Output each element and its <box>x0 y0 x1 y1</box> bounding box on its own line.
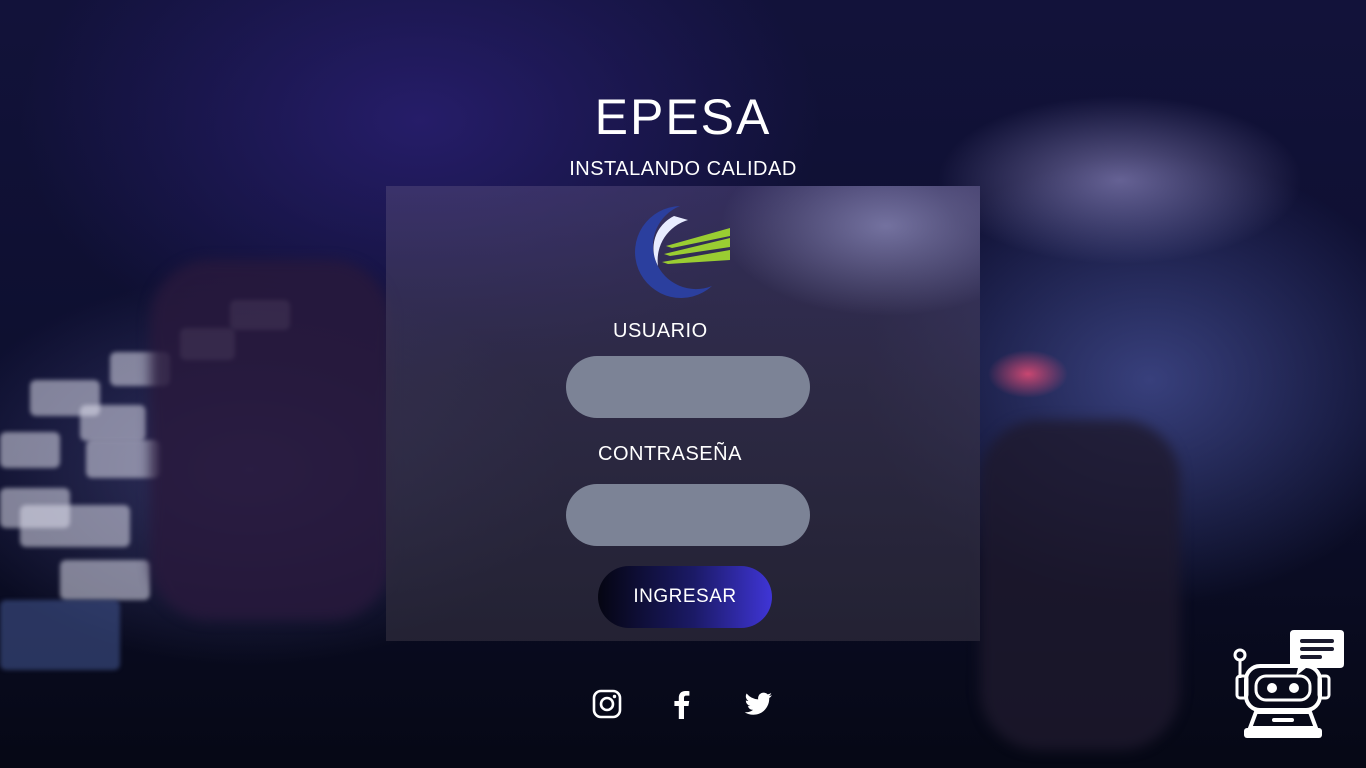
brand-title-text: EPESA <box>594 89 772 145</box>
keyboard-key <box>60 560 150 600</box>
keyboard-key <box>20 505 130 547</box>
facebook-icon[interactable] <box>666 688 698 720</box>
keyboard-key <box>86 440 160 478</box>
keyboard-key <box>80 405 146 441</box>
instagram-icon[interactable] <box>591 688 623 720</box>
twitter-icon[interactable] <box>742 688 774 720</box>
chatbot-robot-icon[interactable] <box>1232 628 1348 742</box>
password-input[interactable] <box>566 484 810 546</box>
username-label: USUARIO <box>613 320 708 342</box>
company-logo-icon <box>635 206 730 298</box>
brand-title: EPESA <box>0 88 1366 146</box>
keyboard-key <box>0 432 60 468</box>
brand-subtitle: INSTALANDO CALIDAD <box>569 158 797 180</box>
username-input[interactable] <box>566 356 810 418</box>
hand-silhouette <box>150 260 390 620</box>
password-label: CONTRASEÑA <box>598 443 742 465</box>
keyboard-key <box>0 600 120 670</box>
hand-silhouette <box>980 420 1180 750</box>
login-button[interactable]: INGRESAR <box>598 566 772 628</box>
